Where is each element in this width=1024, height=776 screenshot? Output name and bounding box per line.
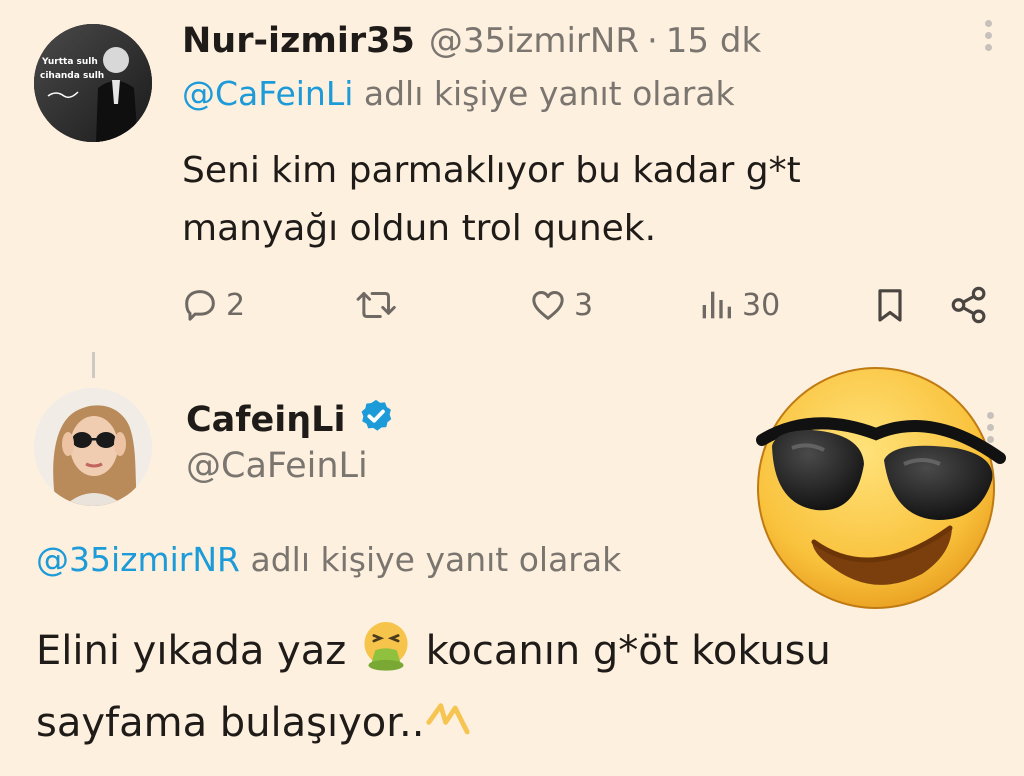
share-icon <box>951 286 986 324</box>
reply-button[interactable]: 2 <box>180 280 245 330</box>
heart-icon <box>532 291 564 320</box>
lightning-icon <box>424 696 472 763</box>
reply-context: @35izmirNR adlı kişiye yanıt olarak <box>36 540 621 579</box>
share-button[interactable] <box>948 280 990 330</box>
views-button[interactable]: 30 <box>696 280 780 330</box>
retweet-button[interactable] <box>354 280 406 330</box>
avatar-image <box>34 388 152 506</box>
page: Yurtta sulh cihanda sulh Nur-izmir35 @35… <box>0 0 1024 776</box>
thread-line <box>92 352 95 378</box>
bookmark-icon <box>878 289 902 322</box>
avatar[interactable]: Yurtta sulh cihanda sulh <box>34 24 152 142</box>
nauseated-face-icon <box>359 618 413 691</box>
tweet-actions: 2 3 30 <box>0 280 1024 330</box>
display-name-text[interactable]: CafeiηLi <box>186 400 345 440</box>
reply-mention-link[interactable]: @CaFeinLi <box>182 74 353 113</box>
tweet-text-part: sayfama bulaşıyor.. <box>36 700 425 746</box>
views-count: 30 <box>742 287 781 323</box>
tweet-text-part: kocanın g*öt kokusu <box>425 628 831 674</box>
like-count: 3 <box>574 287 594 323</box>
user-handle[interactable]: @35izmirNR <box>429 21 639 61</box>
reply-mention-link[interactable]: @35izmirNR <box>36 540 240 579</box>
display-name[interactable]: Nur-izmir35 <box>182 21 415 61</box>
user-handle[interactable]: @CaFeinLi <box>186 446 368 486</box>
timestamp[interactable]: 15 dk <box>666 21 761 61</box>
avatar[interactable] <box>34 388 152 506</box>
display-name[interactable]: CafeiηLi <box>186 394 395 446</box>
reply-count: 2 <box>226 287 246 323</box>
like-button[interactable]: 3 <box>528 280 593 330</box>
avatar-caption-1: Yurtta sulh <box>41 57 98 67</box>
retweet-icon <box>356 292 396 318</box>
tweet-text: Elini yıkada yaz kocanın g*öt kokusu say… <box>36 618 996 763</box>
separator: · <box>646 21 658 61</box>
more-icon[interactable] <box>976 20 1000 56</box>
bookmark-button[interactable] <box>870 280 910 330</box>
tweet-text-part: Elini yıkada yaz <box>36 628 347 674</box>
reply-context-label: adlı kişiye yanıt olarak <box>250 540 622 579</box>
avatar-image: Yurtta sulh cihanda sulh <box>34 24 152 142</box>
reply-icon <box>185 290 215 321</box>
tweet-header: Nur-izmir35 @35izmirNR · 15 dk <box>182 14 761 68</box>
views-icon <box>702 291 731 319</box>
tweet-text: Seni kim parmaklıyor bu kadar g*t manyağ… <box>182 150 801 249</box>
sunglasses-emoji-sticker-icon <box>752 364 1008 616</box>
reply-context-label: adlı kişiye yanıt olarak <box>363 74 735 113</box>
reply-context: @CaFeinLi adlı kişiye yanıt olarak <box>182 74 735 113</box>
verified-badge-icon[interactable] <box>357 397 395 444</box>
avatar-caption-2: cihanda sulh <box>40 71 104 81</box>
